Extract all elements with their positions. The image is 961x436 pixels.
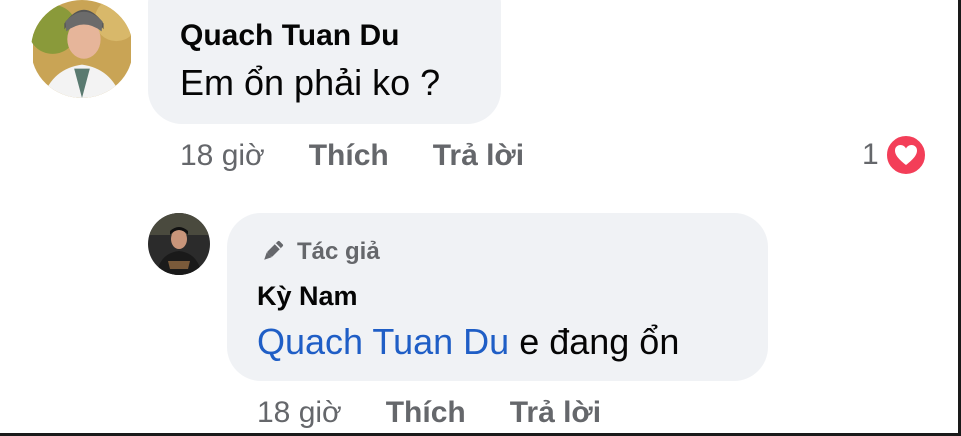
like-button[interactable]: Thích [386, 396, 466, 430]
comment-time[interactable]: 18 giờ [180, 139, 265, 173]
reply-button[interactable]: Trả lời [510, 396, 601, 430]
avatar-quach-tuan-du[interactable] [31, 0, 133, 98]
comment-author[interactable]: Quach Tuan Du [180, 19, 399, 53]
reaction-count: 1 [862, 138, 879, 171]
author-badge: Tác giả [257, 235, 380, 269]
mention-link[interactable]: Quach Tuan Du [257, 321, 509, 362]
heart-love-icon [884, 134, 927, 176]
avatar-ky-nam[interactable] [148, 213, 210, 275]
reply-text-body: e đang ổn [519, 321, 680, 362]
like-button[interactable]: Thích [309, 139, 389, 173]
comment-actions: 18 giờ Thích Trả lời [180, 139, 568, 173]
reply-author[interactable]: Kỳ Nam [257, 281, 358, 312]
reply-text: Quach Tuan Du e đang ổn [257, 321, 679, 363]
reply-button[interactable]: Trả lời [433, 139, 524, 173]
pen-icon [257, 237, 287, 267]
comment-text: Em ổn phải ko ? [180, 62, 441, 103]
reply-time[interactable]: 18 giờ [257, 396, 342, 430]
reply-actions: 18 giờ Thích Trả lời [257, 396, 645, 430]
reaction-summary[interactable]: 1 [862, 134, 927, 176]
author-badge-label: Tác giả [297, 238, 380, 265]
